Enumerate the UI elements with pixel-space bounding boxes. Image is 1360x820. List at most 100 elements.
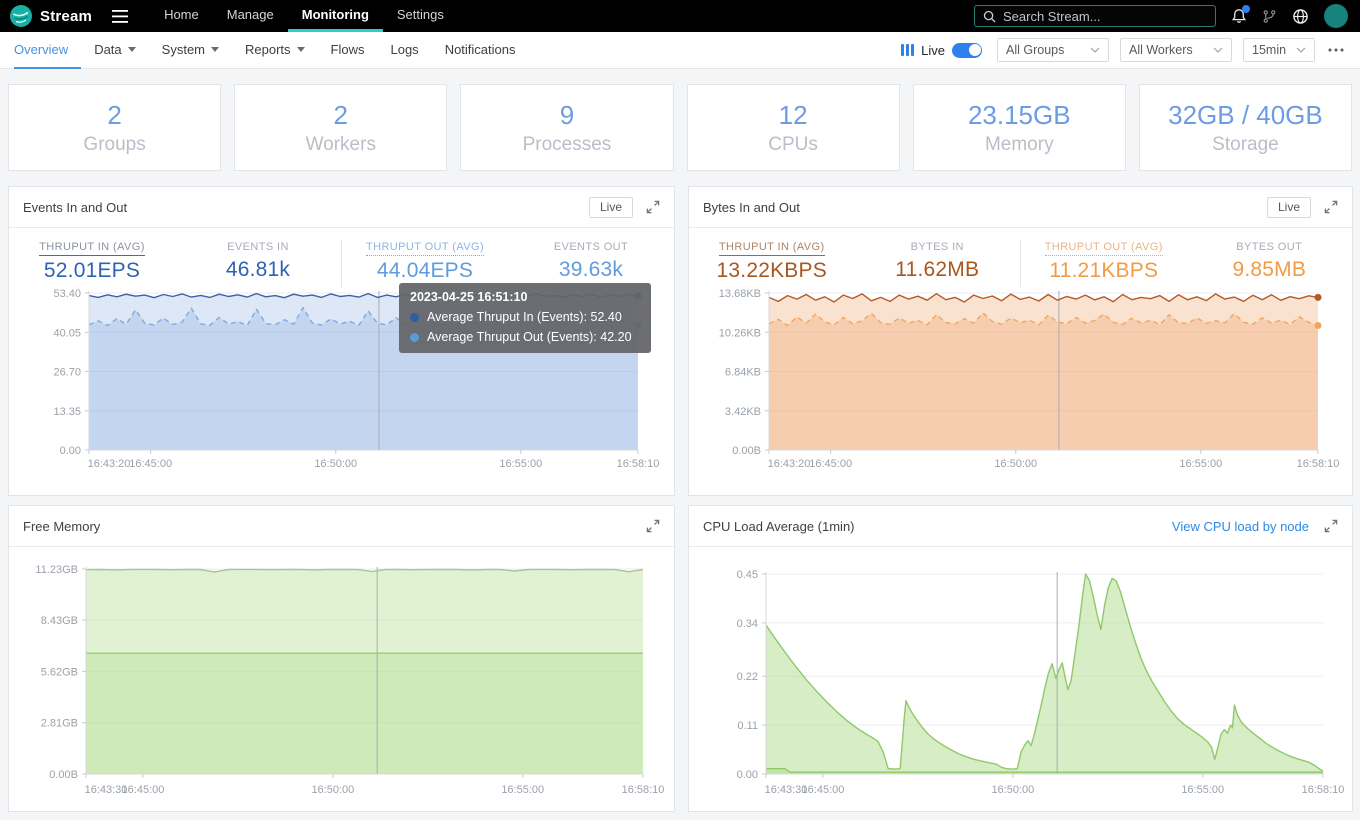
svg-text:0.00: 0.00 [60, 445, 81, 457]
svg-text:16:45:00: 16:45:00 [129, 458, 172, 470]
svg-text:5.62GB: 5.62GB [41, 666, 78, 678]
live-badge-button[interactable]: Live [1266, 196, 1311, 218]
svg-text:3.42KB: 3.42KB [725, 406, 761, 418]
git-branch-icon[interactable] [1262, 9, 1277, 24]
stat-label: BYTES OUT [1236, 241, 1303, 253]
svg-text:16:45:00: 16:45:00 [122, 784, 165, 796]
topbar: Stream Home Manage Monitoring Settings [0, 0, 1360, 32]
svg-text:6.84KB: 6.84KB [725, 367, 761, 379]
chevron-down-icon [211, 46, 219, 52]
svg-text:16:43:20: 16:43:20 [768, 458, 811, 470]
expand-icon[interactable] [646, 519, 660, 533]
svg-text:16:58:10: 16:58:10 [1297, 458, 1340, 470]
svg-text:26.70: 26.70 [53, 367, 81, 379]
topnav-manage[interactable]: Manage [213, 0, 288, 32]
expand-icon[interactable] [1324, 200, 1338, 214]
chevron-down-icon [1213, 47, 1223, 53]
tab-overview[interactable]: Overview [14, 32, 82, 69]
card-value: 12 [778, 99, 808, 130]
stat-value: 52.01EPS [43, 259, 141, 282]
tab-label: System [161, 41, 205, 57]
card-cpus: 12 CPUs [686, 84, 900, 171]
groups-select-value: All Groups [1006, 43, 1065, 57]
chevron-down-icon [296, 46, 305, 52]
workers-select[interactable]: All Workers [1120, 38, 1232, 62]
brand[interactable]: Stream [10, 5, 92, 27]
svg-text:16:50:00: 16:50:00 [994, 458, 1037, 470]
stat-label: THRUPUT IN (AVG) [718, 241, 825, 256]
svg-text:16:58:10: 16:58:10 [622, 784, 665, 796]
panel-title: Free Memory [23, 518, 101, 534]
stat-value: 11.21KBPS [1049, 259, 1159, 282]
tab-system[interactable]: System [149, 32, 232, 69]
events-panel: Events In and Out Live THRUPUT IN (AVG) … [8, 186, 675, 496]
search-icon [983, 10, 996, 23]
svg-text:40.05: 40.05 [53, 327, 81, 339]
notifications-bell-icon[interactable] [1231, 5, 1250, 24]
svg-text:13.68KB: 13.68KB [719, 288, 761, 300]
free-memory-panel-header: Free Memory [9, 506, 674, 547]
timerange-select[interactable]: 15min [1243, 38, 1315, 62]
search-box[interactable] [974, 5, 1216, 27]
more-options-icon[interactable] [1326, 46, 1346, 54]
svg-text:0.00: 0.00 [737, 769, 758, 781]
card-value: 9 [559, 99, 575, 130]
cpu-load-chart: 0.45 0.34 0.22 0.11 0.00 16:43:30 16:45:00 16:5… [689, 548, 1352, 811]
live-badge-button[interactable]: Live [588, 196, 633, 218]
topnav-monitoring[interactable]: Monitoring [287, 0, 383, 32]
tab-label: Reports [245, 41, 291, 57]
bytes-chart: 13.68KB 10.26KB 6.84KB 3.42KB 0.00B 16:43:20 1… [689, 287, 1352, 483]
chevron-down-icon [127, 46, 136, 52]
tab-logs[interactable]: Logs [377, 32, 431, 69]
svg-text:16:45:00: 16:45:00 [809, 458, 852, 470]
tooltip-timestamp: 2023-04-25 16:51:10 [410, 290, 528, 304]
tab-reports[interactable]: Reports [232, 32, 318, 69]
stat-thruput-out: THRUPUT OUT (AVG) 44.04EPS [342, 237, 508, 283]
card-value: 2 [107, 99, 122, 130]
topnav-home[interactable]: Home [150, 0, 213, 32]
tab-notifications[interactable]: Notifications [432, 32, 529, 69]
svg-text:0.22: 0.22 [737, 671, 758, 683]
groups-select[interactable]: All Groups [997, 38, 1109, 62]
tab-label: Notifications [444, 41, 516, 57]
card-value: 2 [333, 99, 348, 130]
tooltip-row: Average Thruput Out (Events): 42.20 [410, 330, 640, 344]
toggle-knob [968, 44, 981, 56]
live-toggle[interactable] [952, 42, 982, 58]
tab-data[interactable]: Data [81, 32, 148, 69]
panel-title: Events In and Out [23, 199, 128, 215]
svg-text:16:58:10: 16:58:10 [617, 458, 660, 470]
hamburger-icon[interactable] [112, 9, 129, 23]
tab-flows[interactable]: Flows [318, 32, 378, 69]
expand-icon[interactable] [646, 200, 660, 214]
stat-value: 11.62MB [895, 258, 980, 281]
stat-value: 39.63k [558, 258, 624, 281]
svg-text:16:50:00: 16:50:00 [314, 458, 357, 470]
search-input[interactable] [1003, 8, 1207, 24]
card-storage: 32GB / 40GB Storage [1138, 84, 1353, 171]
card-memory: 23.15GB Memory [912, 84, 1126, 171]
view-cpu-by-node-link[interactable]: View CPU load by node [1172, 519, 1309, 534]
events-panel-header: Events In and Out Live [9, 187, 674, 228]
stat-label: THRUPUT OUT (AVG) [1044, 241, 1163, 256]
svg-text:0.34: 0.34 [737, 618, 758, 630]
svg-text:16:58:10: 16:58:10 [1302, 784, 1345, 796]
topnav-settings[interactable]: Settings [383, 0, 458, 32]
card-label: CPUs [768, 133, 818, 155]
user-avatar[interactable] [1324, 4, 1348, 28]
expand-icon[interactable] [1324, 519, 1338, 533]
summary-cards: 2 Groups 2 Workers 9 Processes 12 CPUs 2… [8, 84, 1353, 171]
monitoring-toolbar: Overview Data System Reports Flows Logs … [0, 32, 1360, 69]
stream-logo-icon [10, 5, 32, 27]
card-value: 32GB / 40GB [1168, 99, 1323, 130]
live-bars-icon [901, 44, 915, 56]
brand-name: Stream [40, 7, 93, 25]
free-memory-chart: 11.23GB 8.43GB 5.62GB 2.81GB 0.00B 16:43:30 16… [9, 548, 674, 811]
stat-value: 13.22KBPS [716, 259, 827, 282]
stat-label: THRUPUT IN (AVG) [39, 241, 145, 256]
stat-thruput-in: THRUPUT IN (AVG) 13.22KBPS [689, 237, 855, 283]
series-dot-icon [410, 312, 419, 322]
globe-icon[interactable] [1292, 8, 1309, 25]
bytes-panel-header: Bytes In and Out Live [689, 187, 1352, 228]
topbar-right [974, 4, 1348, 28]
